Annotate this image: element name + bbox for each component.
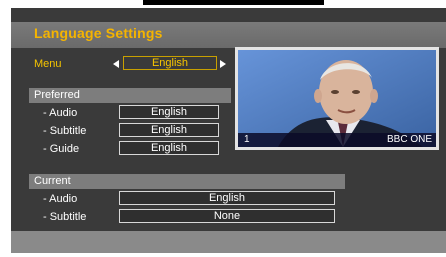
preferred-subtitle-select[interactable]: English [119, 123, 219, 137]
top-bar [143, 0, 324, 5]
channel-number: 1 [244, 134, 250, 145]
preview-video: 1 BBC ONE [238, 50, 436, 147]
arrow-left-icon[interactable] [113, 60, 119, 68]
arrow-right-icon[interactable] [220, 60, 226, 68]
preferred-guide-select[interactable]: English [119, 141, 219, 155]
preferred-subtitle-label: - Subtitle [43, 125, 87, 137]
tv-screen: Language Settings Menu English Preferred… [11, 8, 446, 253]
current-audio-select[interactable]: English [119, 191, 335, 205]
preferred-audio-select[interactable]: English [119, 105, 219, 119]
current-subtitle-select[interactable]: None [119, 209, 335, 223]
menu-label: Menu [34, 58, 62, 70]
preferred-guide-label: - Guide [43, 143, 80, 155]
page-title: Language Settings [34, 25, 163, 41]
channel-name: BBC ONE [386, 134, 432, 145]
current-audio-label: - Audio [43, 193, 78, 205]
title-band: Language Settings [11, 22, 446, 48]
preferred-heading: Preferred [29, 88, 231, 103]
preview-caption: 1 BBC ONE [238, 133, 436, 147]
preferred-audio-label: - Audio [43, 107, 78, 119]
current-heading: Current [29, 174, 345, 189]
menu-language-select[interactable]: English [123, 56, 217, 70]
current-subtitle-label: - Subtitle [43, 211, 87, 223]
bottom-band [11, 231, 446, 253]
preview-window: 1 BBC ONE [235, 47, 439, 150]
